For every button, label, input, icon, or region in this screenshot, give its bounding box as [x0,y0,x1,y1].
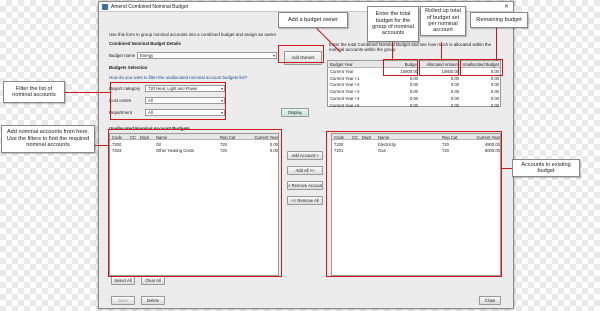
close-window-icon[interactable]: ✕ [504,3,509,10]
summary-row: Current Year +2 0.00 0.00 0.00 [328,81,500,88]
highlight-existing-list [326,131,502,277]
display-button[interactable]: Display [281,108,309,117]
callout-rolled-up: Rolled up total of budget set per nomina… [420,6,466,36]
summary-row: Current Year +4 0.00 0.00 0.00 [328,95,500,102]
summary-allocated: 0.00 [450,102,459,108]
connector-line [441,42,442,61]
add-all-button[interactable]: Add All >> [287,166,323,175]
highlight-allocated-column [419,59,459,76]
summary-allocated: 0.00 [450,82,459,88]
clear-all-button[interactable]: Clear All [141,276,165,285]
summary-allocated: 0.00 [450,95,459,101]
summary-budget[interactable]: 0.00 [390,103,418,108]
selection-heading: Budgets Selection [109,65,148,70]
close-button[interactable]: Close [479,296,501,305]
summary-budget[interactable]: 0.00 [390,96,418,101]
summary-unallocated: 0.00 [490,102,499,108]
summary-unallocated: 0.00 [490,75,499,81]
summary-row: Current Year +5 0.00 0.00 0.00 [328,102,500,109]
connector-line [392,42,393,61]
details-heading: Combined Nominal Budget Details [109,41,181,46]
chevron-down-icon: ▾ [272,53,275,58]
add-account-button[interactable]: Add Account > [287,151,323,160]
highlight-budget-column [383,59,418,76]
connector-line [502,168,512,169]
budget-name-value: Energy [140,53,154,58]
summary-year: Current Year +2 [330,82,360,88]
summary-unallocated: 0.00 [490,82,499,88]
filter-question: How do you want to filter the unallocate… [109,75,248,80]
app-icon [102,4,108,10]
summary-budget[interactable]: 0.00 [390,76,418,81]
callout-remaining: Remaining budget [470,12,528,28]
summary-col-year: Budget Year [330,61,353,67]
save-button[interactable]: Save [111,296,135,305]
connector-line [94,145,108,146]
highlight-add-owners [278,45,324,63]
callout-existing: Accounts in existing budget [512,159,580,177]
connector-line [65,92,110,93]
summary-allocated: 0.00 [450,89,459,95]
window-title: Amend Combined Nominal Budget [111,4,188,10]
budget-name-label: Budget name [109,53,136,58]
summary-budget[interactable]: 0.00 [390,89,418,94]
summary-year: Current Year +5 [330,102,360,108]
callout-filter: Filter the list of nominal accounts [3,81,65,103]
intro-text: Use this form to group nominal accounts … [109,32,277,37]
summary-year: Current Year [330,69,354,74]
callout-add-accounts: Add nominal accounts from here. Use the … [1,125,95,153]
delete-button[interactable]: Delete [141,296,165,305]
select-all-button[interactable]: Select All [111,276,135,285]
connector-line [496,28,497,61]
callout-add-owner: Add a budget owner [278,12,348,28]
highlight-unallocated-list [108,129,282,277]
summary-year: Current Year +1 [330,75,360,81]
budget-name-select[interactable]: Energy ▾ [137,52,277,59]
highlight-filters [110,82,226,120]
remove-all-button[interactable]: << Remove All [287,196,323,205]
callout-enter-total: Enter the total budget for the group of … [367,6,419,42]
summary-intro: Enter the total Combined Nominal Budget … [329,42,492,52]
summary-allocated: 0.00 [450,75,459,81]
summary-year: Current Year +3 [330,89,360,95]
summary-row: Current Year +3 0.00 0.00 0.00 [328,88,500,95]
highlight-unallocated-column [460,59,503,76]
summary-year: Current Year +4 [330,95,360,101]
remove-account-button[interactable]: < Remove Account [287,181,323,190]
summary-unallocated: 0.00 [490,95,499,101]
summary-budget[interactable]: 0.00 [390,82,418,87]
summary-unallocated: 0.00 [490,89,499,95]
